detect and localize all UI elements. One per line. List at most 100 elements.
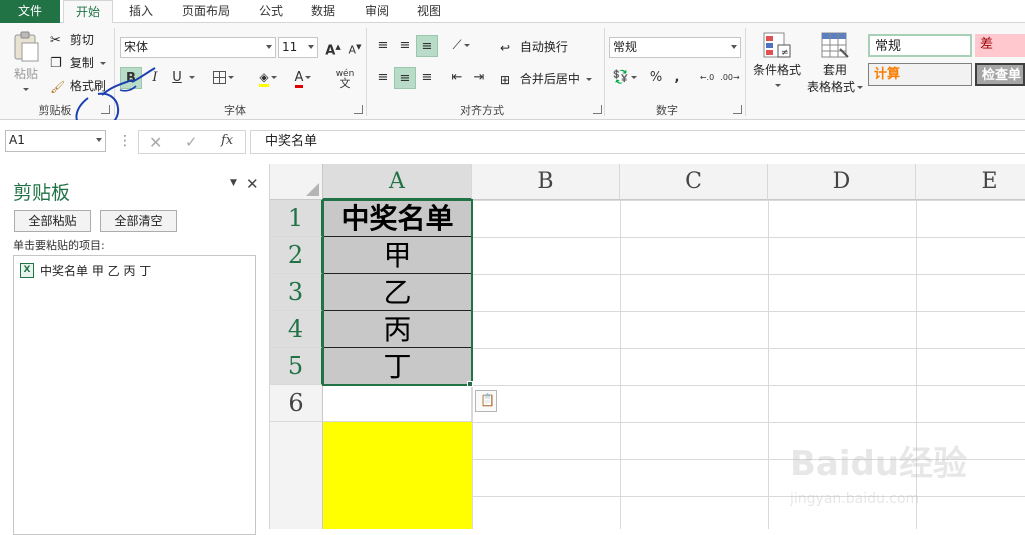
row-header-1[interactable]: 1 bbox=[270, 200, 323, 237]
row-header-2[interactable]: 2 bbox=[270, 237, 323, 274]
merge-cells-icon: ⊞ bbox=[500, 72, 511, 87]
merge-center-button[interactable]: ⊞ 合并后居中 bbox=[500, 70, 592, 87]
style-calculation[interactable]: 计算 bbox=[868, 63, 972, 86]
tab-review[interactable]: 审阅 bbox=[356, 0, 398, 23]
font-size-select[interactable]: 11 bbox=[278, 37, 318, 58]
style-normal[interactable]: 常规 bbox=[868, 34, 972, 57]
align-left-button[interactable]: ≡ bbox=[372, 67, 394, 89]
increase-decimal-button[interactable]: ←.0 bbox=[696, 67, 718, 89]
border-icon bbox=[212, 71, 226, 84]
close-icon[interactable]: ✕ bbox=[246, 175, 259, 193]
name-box[interactable]: A1 bbox=[5, 130, 106, 152]
watermark: Baidu经验 jingyan.baidu.com bbox=[790, 436, 1020, 516]
row-header-3[interactable]: 3 bbox=[270, 274, 323, 311]
borders-button[interactable] bbox=[206, 67, 240, 89]
style-check-cell[interactable]: 检查单 bbox=[975, 63, 1025, 86]
clipboard-item-text: 中奖名单 甲 乙 丙 丁 bbox=[40, 264, 152, 278]
grow-font-icon: A bbox=[325, 43, 336, 59]
tab-page-layout[interactable]: 页面布局 bbox=[170, 0, 242, 23]
increase-indent-icon: ⇥ bbox=[473, 70, 485, 85]
paste-all-button[interactable]: 全部粘贴 bbox=[14, 210, 91, 232]
fill-handle[interactable] bbox=[467, 381, 473, 387]
number-dialog-launcher[interactable] bbox=[733, 105, 742, 114]
cell-a6[interactable] bbox=[323, 385, 472, 422]
increase-indent-button[interactable]: ⇥ bbox=[468, 67, 490, 89]
clipboard-item[interactable]: X 中奖名单 甲 乙 丙 丁 bbox=[18, 262, 251, 280]
spreadsheet-grid: A B C D E 1 2 3 4 5 6 中奖名单 甲 乙 丙 丁 📋 Bai… bbox=[270, 164, 1025, 529]
font-color-button[interactable]: A bbox=[287, 67, 319, 89]
paint-bucket-icon: ◈ bbox=[259, 70, 269, 87]
formula-input[interactable]: 中奖名单 bbox=[250, 130, 1025, 154]
wrap-text-icon: ↩ bbox=[500, 40, 511, 55]
chevron-down-icon bbox=[463, 44, 470, 47]
chevron-down-icon bbox=[270, 76, 277, 79]
chevron-down-icon bbox=[857, 86, 863, 89]
font-color-icon: A bbox=[294, 71, 304, 88]
select-all-corner[interactable] bbox=[270, 164, 323, 200]
align-right-button[interactable]: ≡ bbox=[416, 67, 438, 89]
chevron-down-icon bbox=[775, 84, 781, 87]
number-format-select[interactable]: 常规 bbox=[609, 37, 741, 58]
conditional-formatting-label: 条件格式 bbox=[752, 63, 801, 77]
row-header-5[interactable]: 5 bbox=[270, 348, 323, 385]
conditional-formatting-button[interactable]: ≠ 条件格式 bbox=[752, 31, 802, 92]
chevron-down-icon bbox=[189, 76, 195, 79]
name-box-value: A1 bbox=[9, 133, 25, 147]
watermark-logo: Baidu经验 jingyan.baidu.com bbox=[790, 444, 968, 507]
tab-data[interactable]: 数据 bbox=[302, 0, 344, 23]
formula-buttons: ✕ ✓ fx bbox=[138, 130, 246, 154]
align-top-button[interactable]: ≡ bbox=[372, 35, 394, 57]
shrink-font-button[interactable]: A▼ bbox=[344, 36, 366, 58]
tab-formulas[interactable]: 公式 bbox=[250, 0, 292, 23]
alignment-dialog-launcher[interactable] bbox=[593, 105, 602, 114]
underline-dropdown[interactable] bbox=[186, 67, 196, 89]
row-header-4[interactable]: 4 bbox=[270, 311, 323, 348]
fill-color-button[interactable]: ◈ bbox=[252, 67, 284, 89]
enter-check-icon[interactable]: ✓ bbox=[185, 133, 198, 151]
svg-text:≠: ≠ bbox=[781, 48, 789, 58]
align-center-button[interactable]: ≡ bbox=[394, 67, 416, 89]
align-bottom-button[interactable]: ≡ bbox=[416, 35, 438, 57]
cancel-icon[interactable]: ✕ bbox=[149, 133, 162, 152]
paste-options-icon: 📋 bbox=[480, 393, 495, 407]
cell-a7-yellow[interactable] bbox=[323, 422, 472, 529]
align-middle-button[interactable]: ≡ bbox=[394, 35, 416, 57]
row-header-7[interactable] bbox=[270, 422, 323, 529]
style-bad[interactable]: 差 bbox=[975, 34, 1025, 57]
align-bottom-icon: ≡ bbox=[421, 39, 433, 54]
clipboard-task-pane: 剪贴板 ▼ ✕ 全部粘贴 全部清空 单击要粘贴的项目: X 中奖名单 甲 乙 丙… bbox=[0, 164, 270, 535]
pane-instruction: 单击要粘贴的项目: bbox=[13, 239, 105, 252]
chevron-down-icon bbox=[266, 45, 272, 49]
percent-button[interactable]: % bbox=[645, 67, 667, 89]
column-header-a[interactable]: A bbox=[323, 164, 472, 200]
tab-view[interactable]: 视图 bbox=[408, 0, 450, 23]
paste-options-button[interactable]: 📋 bbox=[475, 390, 497, 412]
clipboard-items-list: X 中奖名单 甲 乙 丙 丁 bbox=[13, 255, 256, 535]
phonetic-button[interactable]: wén 文 bbox=[330, 67, 360, 89]
row-header-6[interactable]: 6 bbox=[270, 385, 323, 422]
group-divider bbox=[366, 28, 367, 116]
chevron-down-icon bbox=[308, 45, 314, 49]
format-as-table-button[interactable]: 套用 表格格式 bbox=[805, 31, 865, 95]
more-options-icon: ⋮ bbox=[118, 133, 132, 149]
accounting-format-button[interactable]: 💱 bbox=[609, 67, 641, 89]
format-as-table-label-1: 套用 bbox=[822, 63, 847, 77]
column-header-d[interactable]: D bbox=[768, 164, 916, 200]
column-header-b[interactable]: B bbox=[472, 164, 620, 200]
wrap-text-label: 自动换行 bbox=[519, 40, 568, 54]
comma-button[interactable]: , bbox=[666, 67, 688, 89]
insert-function-icon[interactable]: fx bbox=[221, 133, 233, 148]
chevron-down-icon bbox=[731, 45, 737, 49]
font-dialog-launcher[interactable] bbox=[354, 105, 363, 114]
decrease-decimal-button[interactable]: .00→ bbox=[719, 67, 741, 89]
decrease-indent-button[interactable]: ⇤ bbox=[446, 67, 468, 89]
column-header-e[interactable]: E bbox=[916, 164, 1025, 200]
orientation-button[interactable]: ⟋ bbox=[446, 35, 476, 57]
clear-all-button[interactable]: 全部清空 bbox=[100, 210, 177, 232]
align-center-icon: ≡ bbox=[399, 71, 411, 86]
pane-options-icon[interactable]: ▼ bbox=[230, 178, 237, 188]
grow-font-button[interactable]: A▲ bbox=[322, 36, 344, 58]
column-header-c[interactable]: C bbox=[620, 164, 768, 200]
alignment-group-label: 对齐方式 bbox=[460, 104, 504, 117]
wrap-text-button[interactable]: ↩ 自动换行 bbox=[500, 38, 568, 55]
